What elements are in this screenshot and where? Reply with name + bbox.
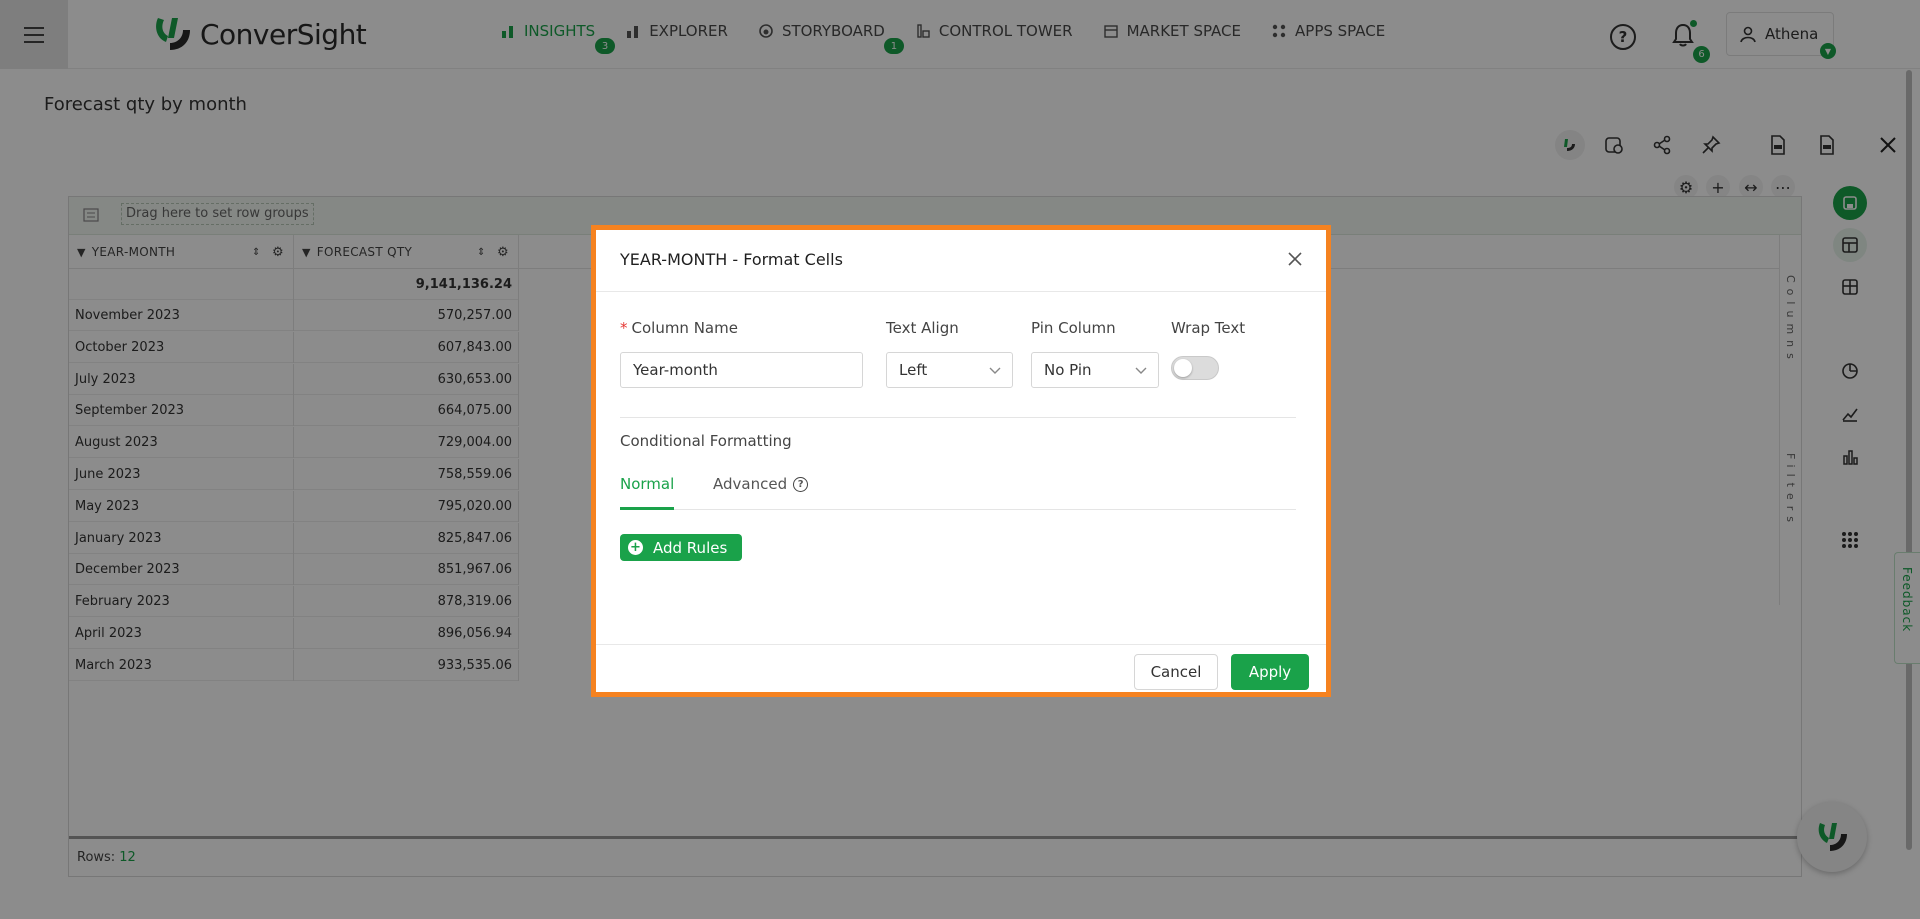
- plus-circle-icon: +: [628, 540, 643, 555]
- wrap-text-label: Wrap Text: [1171, 319, 1246, 337]
- help-icon[interactable]: ?: [793, 477, 809, 492]
- tab-normal-label: Normal: [620, 475, 675, 493]
- wrap-text-toggle[interactable]: [1171, 356, 1219, 380]
- conditional-formatting-label: Conditional Formatting: [620, 432, 792, 450]
- column-name-input[interactable]: [620, 352, 863, 388]
- tab-normal[interactable]: Normal: [620, 475, 675, 510]
- dialog-footer: Cancel Apply: [596, 644, 1326, 697]
- apply-button[interactable]: Apply: [1231, 654, 1309, 690]
- tab-advanced-label: Advanced: [713, 475, 788, 493]
- cancel-button[interactable]: Cancel: [1134, 654, 1218, 690]
- dialog-divider: [620, 417, 1296, 418]
- text-align-label: Text Align: [886, 319, 959, 337]
- pin-column-select[interactable]: No Pin: [1031, 352, 1159, 388]
- close-icon[interactable]: [1284, 248, 1306, 270]
- column-name-label: * Column Name: [620, 319, 738, 337]
- dialog-header: YEAR-MONTH - Format Cells: [596, 230, 1326, 292]
- dialog-title: YEAR-MONTH - Format Cells: [620, 250, 843, 269]
- required-asterisk: *: [620, 319, 628, 337]
- formatting-tabs: Normal Advanced ?: [620, 468, 1296, 510]
- add-rules-label: Add Rules: [653, 538, 728, 557]
- column-name-label-text: Column Name: [631, 319, 738, 337]
- wrap-text-toggle-knob: [1174, 359, 1192, 377]
- pin-column-label: Pin Column: [1031, 319, 1116, 337]
- pin-column-value: No Pin: [1044, 361, 1092, 379]
- chevron-down-icon: [989, 367, 1001, 374]
- text-align-select[interactable]: Left: [886, 352, 1013, 388]
- text-align-value: Left: [899, 361, 928, 379]
- chevron-down-icon: [1135, 367, 1147, 374]
- add-rules-button[interactable]: + Add Rules: [620, 534, 742, 561]
- format-cells-dialog: YEAR-MONTH - Format Cells *Column Name T…: [591, 225, 1331, 697]
- tab-advanced[interactable]: Advanced ?: [713, 475, 809, 510]
